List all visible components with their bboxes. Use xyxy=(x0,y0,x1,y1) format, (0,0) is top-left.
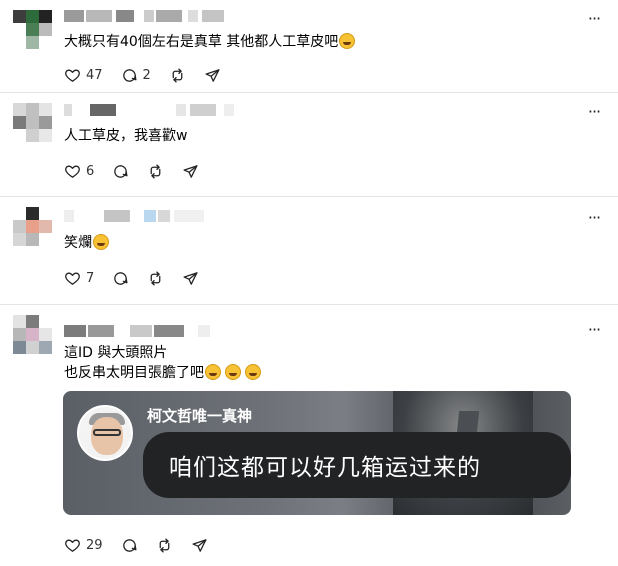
post-actions: 6 xyxy=(64,162,217,180)
post-2: ··· 人工草皮，我喜歡w 6 xyxy=(0,93,618,196)
share-button[interactable] xyxy=(182,163,199,180)
username-redacted[interactable] xyxy=(64,104,284,118)
send-icon xyxy=(183,271,198,285)
comment-icon xyxy=(122,538,137,552)
rofl-emoji-icon xyxy=(339,33,356,49)
post-3: ··· 笑爛 7 xyxy=(0,197,618,304)
post-text: 大概只有40個左右是真草 其他都人工草皮吧 xyxy=(64,32,356,52)
like-count: 47 xyxy=(86,67,103,83)
avatar[interactable] xyxy=(13,10,53,50)
heart-icon xyxy=(65,272,80,285)
send-icon xyxy=(183,164,198,178)
rofl-emoji-icon xyxy=(225,364,241,380)
like-count: 6 xyxy=(86,163,95,179)
more-icon[interactable]: ··· xyxy=(586,11,602,27)
more-icon[interactable]: ··· xyxy=(586,322,602,338)
like-count: 29 xyxy=(86,537,103,553)
meme-avatar xyxy=(77,405,133,461)
avatar[interactable] xyxy=(13,207,53,247)
like-button[interactable]: 29 xyxy=(64,537,103,554)
laugh-emoji-icon xyxy=(93,234,109,250)
reply-button[interactable] xyxy=(112,163,129,180)
comment-icon xyxy=(114,164,128,178)
post-1: ··· 大概只有40個左右是真草 其他都人工草皮吧 47 2 xyxy=(0,0,618,92)
repost-button[interactable] xyxy=(169,67,186,84)
repost-button[interactable] xyxy=(147,270,164,287)
more-icon[interactable]: ··· xyxy=(586,210,602,226)
avatar[interactable] xyxy=(13,315,53,355)
share-button[interactable] xyxy=(204,67,221,84)
speech-bubble: 咱们这都可以好几箱运过来的 xyxy=(143,432,571,498)
post-actions: 7 xyxy=(64,269,217,287)
post-text-line1: 這ID 與大頭照片 xyxy=(64,345,168,361)
send-icon xyxy=(205,68,220,82)
reply-button[interactable]: 2 xyxy=(121,67,151,84)
repost-icon xyxy=(150,270,161,286)
comment-icon xyxy=(122,68,137,82)
repost-button[interactable] xyxy=(156,537,173,554)
rofl-emoji-icon xyxy=(245,364,261,380)
like-button[interactable]: 6 xyxy=(64,163,94,180)
reply-button[interactable] xyxy=(112,270,129,287)
like-button[interactable]: 47 xyxy=(64,67,103,84)
share-button[interactable] xyxy=(191,537,208,554)
post-actions: 47 2 xyxy=(64,66,239,84)
reply-button[interactable] xyxy=(121,537,138,554)
more-icon[interactable]: ··· xyxy=(586,104,602,120)
like-count: 7 xyxy=(86,270,95,286)
send-icon xyxy=(192,538,207,552)
comment-icon xyxy=(114,271,128,285)
repost-button[interactable] xyxy=(147,163,164,180)
username-redacted[interactable] xyxy=(64,10,284,24)
bubble-text: 咱们这都可以好几箱运过来的 xyxy=(169,455,481,481)
heart-icon xyxy=(65,539,80,552)
post-text: 人工草皮，我喜歡w xyxy=(64,128,188,144)
post-text-line2: 也反串太明目張膽了吧 xyxy=(64,363,261,383)
share-button[interactable] xyxy=(182,270,199,287)
avatar[interactable] xyxy=(13,103,53,143)
repost-icon xyxy=(159,537,169,553)
username-redacted[interactable] xyxy=(64,210,284,224)
post-text: 笑爛 xyxy=(64,233,109,253)
heart-icon xyxy=(65,69,80,82)
repost-icon xyxy=(150,163,161,179)
username-redacted[interactable] xyxy=(64,325,284,339)
meme-name: 柯文哲唯一真神 xyxy=(147,407,253,425)
post-actions: 29 xyxy=(64,536,226,554)
rofl-emoji-icon xyxy=(205,364,221,380)
heart-icon xyxy=(65,165,80,178)
reply-count: 2 xyxy=(142,67,151,83)
like-button[interactable]: 7 xyxy=(64,270,94,287)
repost-icon xyxy=(172,67,183,83)
meme-image[interactable]: 柯文哲唯一真神 咱们这都可以好几箱运过来的 xyxy=(63,391,571,515)
